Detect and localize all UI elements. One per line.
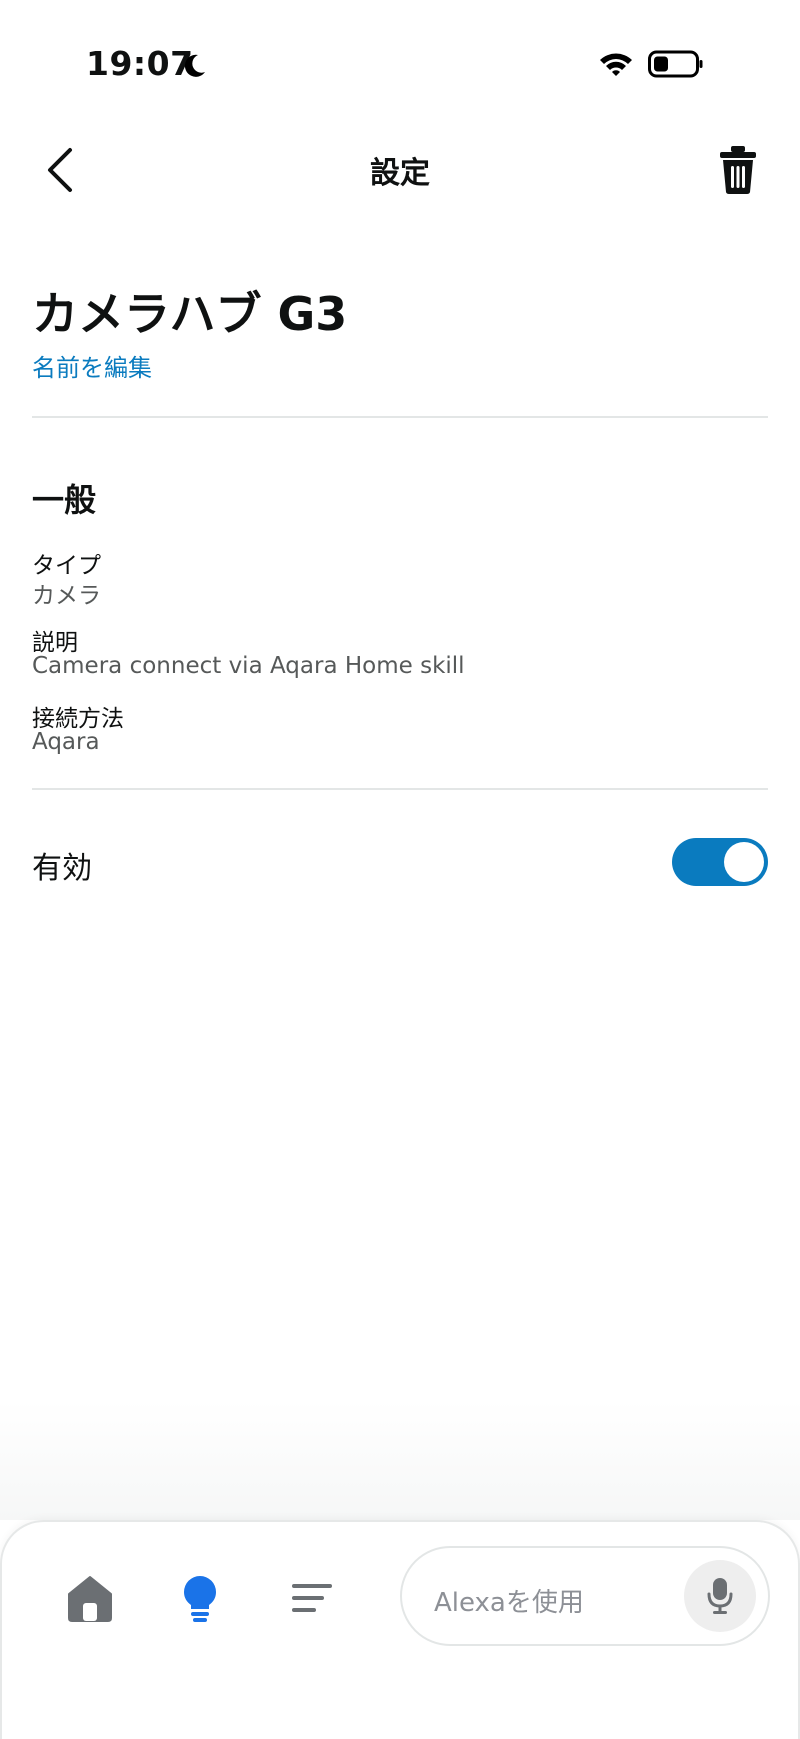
toggle-knob (724, 842, 764, 882)
field-value-description: Camera connect via Aqara Home skill (32, 653, 465, 679)
divider (32, 416, 768, 418)
field-label-description: 説明 (32, 630, 78, 656)
nav-bar: 設定 (0, 130, 800, 210)
section-title-general: 一般 (32, 481, 97, 519)
status-time: 19:07 (86, 44, 194, 83)
trash-icon (720, 146, 756, 194)
alexa-input[interactable]: Alexaを使用 (400, 1546, 770, 1646)
field-value-connection: Aqara (32, 729, 100, 755)
microphone-icon (707, 1578, 733, 1614)
wifi-icon (600, 53, 632, 76)
menu-icon (292, 1584, 332, 1612)
enabled-label: 有効 (32, 851, 92, 886)
home-icon (68, 1576, 112, 1622)
device-name: カメラハブ G3 (32, 287, 348, 341)
status-bar: 19:07 (0, 0, 800, 120)
nav-devices-button[interactable] (182, 1574, 218, 1624)
divider (32, 788, 768, 790)
field-label-connection: 接続方法 (32, 706, 124, 732)
field-value-type: カメラ (32, 583, 101, 609)
alexa-placeholder: Alexaを使用 (434, 1588, 584, 1618)
bottom-fade (0, 1400, 800, 1520)
moon-icon (184, 54, 205, 77)
enabled-toggle[interactable] (672, 838, 768, 886)
field-label-type: タイプ (32, 553, 101, 579)
battery-icon (648, 50, 703, 78)
delete-button[interactable] (716, 144, 760, 196)
edit-name-link[interactable]: 名前を編集 (32, 348, 152, 383)
mic-button[interactable] (684, 1560, 756, 1632)
page-title: 設定 (370, 156, 430, 191)
lightbulb-icon (184, 1576, 216, 1622)
nav-home-button[interactable] (66, 1574, 114, 1624)
nav-more-button[interactable] (290, 1580, 334, 1616)
bottom-nav: Alexaを使用 (0, 1520, 800, 1739)
